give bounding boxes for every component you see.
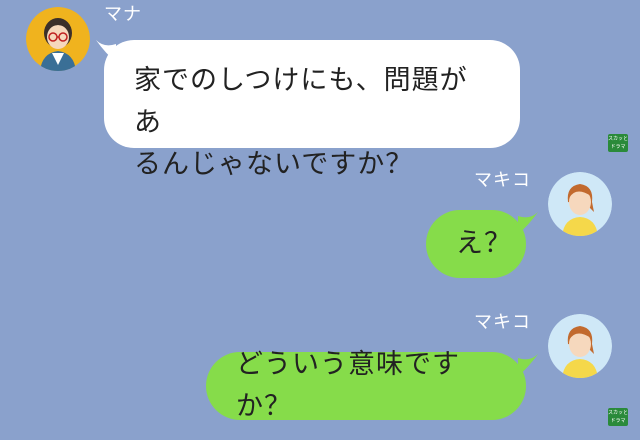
watermark-logo-icon-2: スカッと ドラマ	[608, 408, 629, 426]
woman-glasses-avatar-icon	[26, 7, 90, 71]
woman-avatar-icon	[548, 314, 612, 378]
message-text-line1: 家でのしつけにも、問題があ	[134, 65, 468, 138]
message-bubble-outgoing-2[interactable]: どういう意味ですか？	[206, 349, 526, 422]
message-text: どういう意味ですか？	[236, 349, 460, 422]
avatar-mana[interactable]	[26, 7, 90, 71]
avatar-makiko[interactable]	[548, 172, 612, 236]
message-bubble-outgoing[interactable]: え？	[426, 210, 526, 278]
message-text-line2: るんじゃないですか？	[134, 149, 414, 180]
bubble-tail-outgoing	[518, 212, 538, 234]
message-bubble-incoming[interactable]: 家でのしつけにも、問題があ るんじゃないですか？	[104, 40, 520, 180]
message-text: え？	[456, 228, 512, 259]
sender-name-makiko-2: マキコ	[474, 312, 531, 333]
sender-name-mana: マナ	[104, 4, 142, 25]
sender-name-makiko: マキコ	[474, 170, 531, 191]
woman-avatar-icon	[548, 172, 612, 236]
avatar-makiko-2[interactable]	[548, 314, 612, 378]
watermark-logo-icon: スカッと ドラマ	[608, 134, 629, 152]
bubble-tail-outgoing-2	[518, 354, 538, 376]
chat-area: マナ 家でのしつけにも、問題があ るんじゃないですか？ マキコ え？ マキコ ど…	[0, 0, 640, 440]
